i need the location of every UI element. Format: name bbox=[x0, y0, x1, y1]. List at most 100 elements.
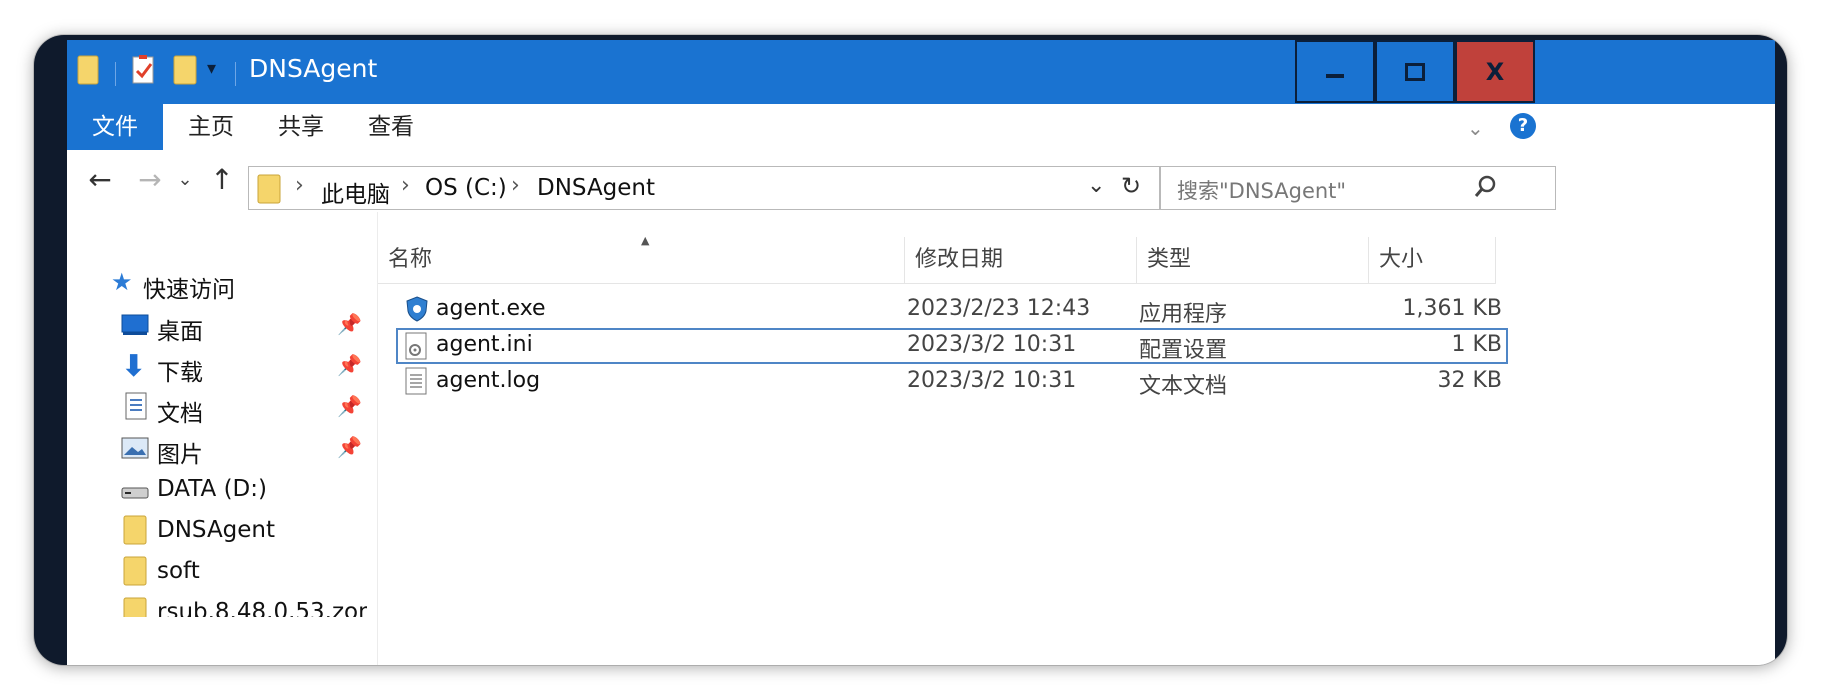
exe-shield-icon bbox=[404, 295, 430, 327]
file-row[interactable]: agent.log 2023/3/2 10:31 文本文档 32 KB bbox=[396, 364, 1508, 400]
breadcrumb-drive-c[interactable]: OS (C:) bbox=[425, 175, 507, 201]
file-size: 32 KB bbox=[1437, 368, 1502, 393]
nav-label: DATA (D:) bbox=[157, 476, 267, 502]
window-frame: ▾ DNSAgent X 文件 主页 共享 查看 ⌄ ? ← → ⌄ ↑ › 此… bbox=[34, 35, 1787, 665]
toolbar-separator bbox=[115, 62, 116, 86]
ribbon: 文件 主页 共享 查看 ⌄ ? bbox=[67, 104, 1775, 153]
nav-item-desktop[interactable]: 桌面 📌 bbox=[67, 306, 367, 346]
folder-icon bbox=[123, 556, 147, 590]
search-box[interactable]: 搜索"DNSAgent" bbox=[1160, 166, 1556, 210]
tab-share[interactable]: 共享 bbox=[253, 104, 349, 150]
chevron-down-icon[interactable]: ⌄ bbox=[1467, 116, 1484, 140]
up-arrow-icon[interactable]: ↑ bbox=[207, 162, 237, 198]
nav-label: DNSAgent bbox=[157, 517, 276, 543]
search-icon[interactable] bbox=[1473, 173, 1499, 203]
folder-icon bbox=[257, 174, 281, 208]
nav-item-dnsagent[interactable]: DNSAgent bbox=[67, 511, 367, 551]
address-bar[interactable]: › 此电脑 › OS (C:) › DNSAgent ⌄ ↻ bbox=[248, 166, 1160, 210]
pin-icon[interactable]: 📌 bbox=[337, 394, 362, 418]
folder-icon[interactable] bbox=[77, 54, 99, 86]
column-label: 名称 bbox=[388, 247, 433, 272]
search-input[interactable]: 搜索"DNSAgent" bbox=[1177, 175, 1346, 205]
forward-arrow-icon[interactable]: → bbox=[135, 162, 165, 198]
nav-label: 桌面 bbox=[157, 319, 203, 345]
file-name: agent.exe bbox=[436, 296, 546, 321]
window-title: DNSAgent bbox=[249, 54, 378, 83]
picture-icon bbox=[121, 437, 149, 463]
pin-icon[interactable]: 📌 bbox=[337, 353, 362, 377]
nav-label: rsub.8.48.0.53.zon.i bbox=[157, 599, 367, 617]
drive-icon bbox=[121, 482, 149, 504]
customize-toolbar-icon[interactable]: ▾ bbox=[207, 58, 227, 82]
column-label: 大小 bbox=[1379, 247, 1424, 272]
pin-icon[interactable]: 📌 bbox=[337, 435, 362, 459]
explorer-window: ▾ DNSAgent X 文件 主页 共享 查看 ⌄ ? ← → ⌄ ↑ › 此… bbox=[67, 40, 1775, 665]
breadcrumb-separator: › bbox=[511, 173, 520, 198]
tab-home[interactable]: 主页 bbox=[163, 104, 259, 150]
back-arrow-icon[interactable]: ← bbox=[85, 162, 115, 198]
file-type: 应用程序 bbox=[1139, 302, 1228, 327]
column-header-type[interactable]: 类型 bbox=[1137, 237, 1369, 283]
file-type: 配置设置 bbox=[1139, 338, 1228, 363]
download-icon: ⬇ bbox=[121, 349, 147, 384]
nav-label: 快速访问 bbox=[143, 277, 235, 303]
column-header-size[interactable]: 大小 bbox=[1369, 237, 1496, 283]
refresh-icon[interactable]: ↻ bbox=[1121, 172, 1141, 200]
nav-item-zone-folder[interactable]: rsub.8.48.0.53.zon.i bbox=[67, 593, 367, 617]
document-icon bbox=[125, 392, 147, 424]
folder-icon bbox=[123, 597, 147, 617]
tab-file[interactable]: 文件 bbox=[67, 104, 163, 150]
breadcrumb-separator: › bbox=[295, 173, 304, 198]
nav-item-data-drive[interactable]: DATA (D:) bbox=[67, 470, 367, 510]
text-file-icon bbox=[404, 367, 428, 399]
title-bar[interactable]: ▾ DNSAgent X bbox=[67, 40, 1775, 104]
file-size: 1 KB bbox=[1451, 332, 1502, 357]
new-folder-icon[interactable] bbox=[173, 54, 197, 86]
breadcrumb-separator: › bbox=[401, 173, 410, 198]
nav-label: 文档 bbox=[157, 401, 203, 427]
close-icon: X bbox=[1485, 57, 1505, 86]
minimize-icon bbox=[1326, 73, 1344, 78]
star-icon: ★ bbox=[111, 268, 133, 296]
help-icon[interactable]: ? bbox=[1510, 113, 1536, 139]
tab-view[interactable]: 查看 bbox=[343, 104, 439, 150]
column-header-date[interactable]: 修改日期 bbox=[905, 237, 1137, 283]
file-row[interactable]: agent.ini 2023/3/2 10:31 配置设置 1 KB bbox=[396, 328, 1508, 364]
file-row[interactable]: agent.exe 2023/2/23 12:43 应用程序 1,361 KB bbox=[396, 292, 1508, 328]
breadcrumb-this-pc[interactable]: 此电脑 bbox=[321, 175, 390, 209]
folder-icon bbox=[123, 515, 147, 549]
nav-item-downloads[interactable]: ⬇ 下载 📌 bbox=[67, 347, 367, 387]
breadcrumb-dnsagent[interactable]: DNSAgent bbox=[537, 175, 655, 201]
nav-item-soft[interactable]: soft bbox=[67, 552, 367, 592]
nav-quick-access[interactable]: ★ 快速访问 bbox=[67, 264, 367, 304]
nav-label: 图片 bbox=[157, 442, 203, 468]
sort-ascending-icon: ▲ bbox=[641, 234, 650, 247]
file-date: 2023/3/2 10:31 bbox=[907, 368, 1077, 393]
pin-icon[interactable]: 📌 bbox=[337, 312, 362, 336]
file-size: 1,361 KB bbox=[1402, 296, 1503, 321]
address-row: ← → ⌄ ↑ › 此电脑 › OS (C:) › DNSAgent ⌄ ↻ 搜… bbox=[67, 152, 1775, 212]
properties-icon[interactable] bbox=[131, 54, 157, 86]
recent-locations-icon[interactable]: ⌄ bbox=[175, 162, 195, 198]
desktop-icon bbox=[121, 314, 149, 340]
minimize-button[interactable] bbox=[1295, 40, 1375, 103]
file-type: 文本文档 bbox=[1139, 374, 1228, 399]
file-date: 2023/2/23 12:43 bbox=[907, 296, 1091, 321]
file-list: 名称 ▲ 修改日期 类型 大小 agent.exe 2023/2/23 12:4… bbox=[378, 212, 1775, 665]
file-date: 2023/3/2 10:31 bbox=[907, 332, 1077, 357]
nav-label: 下载 bbox=[157, 360, 203, 386]
maximize-icon bbox=[1405, 62, 1425, 81]
nav-item-pictures[interactable]: 图片 📌 bbox=[67, 429, 367, 469]
column-label: 类型 bbox=[1147, 247, 1192, 272]
address-dropdown-icon[interactable]: ⌄ bbox=[1087, 173, 1105, 198]
file-name: agent.log bbox=[436, 368, 541, 393]
nav-item-documents[interactable]: 文档 📌 bbox=[67, 388, 367, 428]
column-label: 修改日期 bbox=[915, 247, 1004, 272]
file-name: agent.ini bbox=[436, 332, 533, 357]
toolbar-separator bbox=[235, 62, 236, 86]
close-button[interactable]: X bbox=[1455, 40, 1535, 103]
ini-settings-icon bbox=[404, 332, 428, 364]
navigation-pane: ★ 快速访问 桌面 📌 ⬇ 下载 📌 文档 📌 图片 📌 DATA (D:) D… bbox=[67, 212, 378, 665]
nav-label: soft bbox=[157, 558, 200, 584]
maximize-button[interactable] bbox=[1375, 40, 1455, 103]
